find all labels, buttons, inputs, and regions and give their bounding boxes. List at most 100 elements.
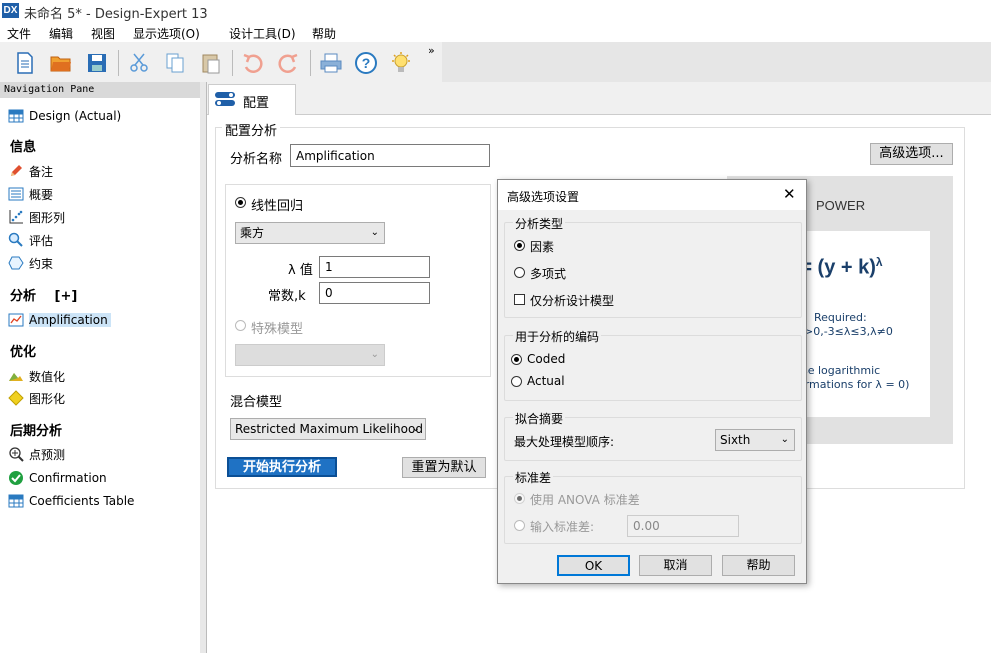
tip-bulb-icon[interactable] — [388, 50, 414, 76]
lambda-input[interactable]: 1 — [319, 256, 430, 278]
nav-numerical[interactable]: 数值化 — [8, 366, 65, 386]
polynomial-label: 多项式 — [530, 267, 567, 281]
ok-button[interactable]: OK — [557, 555, 630, 576]
constant-k-input[interactable]: 0 — [319, 282, 430, 304]
max-order-label: 最大处理模型顺序: — [514, 435, 615, 449]
menu-help[interactable]: 帮助 — [312, 25, 336, 42]
check-circle-icon — [8, 470, 24, 486]
design-model-only-label: 仅分析设计模型 — [530, 294, 615, 308]
nav-graphical-label: 图形化 — [29, 391, 66, 406]
paste-icon[interactable] — [198, 50, 224, 76]
coding-title: 用于分析的编码 — [513, 328, 602, 345]
mixed-model-select-value: Restricted Maximum Likelihood — [235, 422, 423, 436]
nav-notes[interactable]: 备注 — [8, 161, 53, 181]
nav-coefficients-table[interactable]: Coefficients Table — [8, 491, 134, 511]
line-chart-icon — [8, 312, 24, 328]
factor-label: 因素 — [530, 240, 555, 254]
nav-confirmation[interactable]: Confirmation — [8, 468, 107, 488]
transform-select[interactable]: 乘方 ⌄ — [235, 222, 385, 244]
new-file-icon[interactable] — [12, 50, 38, 76]
menu-bar: 文件 编辑 视图 显示选项(O) 设计工具(D) 帮助 — [0, 22, 991, 42]
cancel-button[interactable]: 取消 — [639, 555, 712, 576]
power-title: POWER — [816, 198, 866, 213]
use-anova-radio[interactable] — [514, 493, 525, 504]
linear-regression-radio[interactable] — [235, 197, 246, 208]
coded-radio[interactable] — [511, 354, 522, 365]
nav-graph-columns[interactable]: 图形列 — [8, 207, 65, 227]
help-button[interactable]: 帮助 — [722, 555, 795, 576]
nav-analysis-heading: 分析 — [10, 289, 37, 304]
nav-amplification-label: Amplification — [29, 313, 111, 327]
close-icon[interactable]: ✕ — [783, 185, 796, 203]
advanced-options-dialog: 高级选项设置 ✕ 分析类型 因素 多项式 仅分析设计模型 用于分析的编码 Cod… — [497, 179, 807, 584]
nav-summary[interactable]: 概要 — [8, 184, 53, 204]
menu-file[interactable]: 文件 — [7, 25, 31, 42]
factor-radio[interactable] — [514, 240, 525, 251]
nav-graphical[interactable]: 图形化 — [8, 388, 65, 408]
chevron-down-icon: ⌄ — [411, 423, 420, 434]
reset-default-button[interactable]: 重置为默认 — [402, 457, 486, 478]
splitter-bar[interactable] — [200, 82, 207, 653]
input-std-radio[interactable] — [514, 520, 525, 531]
redo-icon[interactable] — [275, 50, 301, 76]
save-icon[interactable] — [84, 50, 110, 76]
list-icon — [8, 186, 24, 202]
menu-display-options[interactable]: 显示选项(O) — [133, 25, 200, 42]
std-dev-title: 标准差 — [513, 469, 554, 486]
menu-design-tools[interactable]: 设计工具(D) — [229, 25, 296, 42]
max-order-select[interactable]: Sixth ⌄ — [715, 429, 795, 451]
nav-section-info: 信息 — [10, 140, 37, 155]
analysis-name-input[interactable]: Amplification — [290, 144, 490, 167]
tab-config[interactable]: 配置 — [208, 84, 296, 116]
special-model-radio[interactable] — [235, 320, 246, 331]
toolbar-more-button[interactable]: » — [428, 44, 435, 57]
power-required-label: Required: — [814, 311, 867, 324]
menu-edit[interactable]: 编辑 — [49, 25, 73, 42]
input-std-label: 输入标准差: — [530, 520, 595, 534]
nav-amplification[interactable]: Amplification — [8, 310, 111, 330]
polygon-icon — [8, 255, 24, 271]
nav-evaluation[interactable]: 评估 — [8, 230, 53, 250]
nav-constraints[interactable]: 约束 — [8, 253, 53, 273]
nav-notes-label: 备注 — [29, 164, 54, 179]
tab-strip — [207, 82, 991, 115]
table-icon — [8, 108, 24, 124]
linear-regression-label: 线性回归 — [251, 199, 304, 214]
advanced-options-button[interactable]: 高级选项... — [870, 143, 953, 165]
analysis-type-title: 分析类型 — [513, 215, 566, 232]
toggle-icon — [214, 91, 236, 110]
special-model-select[interactable]: ⌄ — [235, 344, 385, 366]
chevron-down-icon: ⌄ — [780, 434, 789, 445]
power-note-line1: se logarithmic — [802, 364, 881, 377]
mixed-model-select[interactable]: Restricted Maximum Likelihood ⌄ — [230, 418, 426, 440]
polynomial-radio[interactable] — [514, 267, 525, 278]
undo-icon[interactable] — [240, 50, 266, 76]
config-group-title: 配置分析 — [222, 120, 281, 139]
nav-point-prediction[interactable]: 点预测 — [8, 444, 65, 464]
nav-section-post-analysis: 后期分析 — [10, 424, 63, 439]
pencil-icon — [8, 163, 24, 179]
input-std-field[interactable]: 0.00 — [627, 515, 739, 537]
chevron-down-icon: ⌄ — [370, 227, 379, 238]
constant-k-label: 常数,k — [268, 289, 306, 304]
analysis-name-label: 分析名称 — [230, 152, 283, 167]
actual-radio[interactable] — [511, 376, 522, 387]
copy-icon[interactable] — [162, 50, 188, 76]
start-analysis-button[interactable]: 开始执行分析 — [227, 457, 337, 477]
transform-select-value: 乘方 — [240, 226, 265, 240]
nav-design-actual[interactable]: Design (Actual) — [8, 106, 121, 126]
nav-section-optimization: 优化 — [10, 345, 37, 360]
open-folder-icon[interactable] — [48, 50, 74, 76]
tab-config-label: 配置 — [243, 96, 270, 111]
nav-analysis-add-button[interactable]: [+] — [55, 289, 78, 304]
design-model-only-checkbox[interactable] — [514, 294, 525, 305]
print-icon[interactable] — [318, 50, 344, 76]
help-icon[interactable]: ? — [353, 50, 379, 76]
table-icon — [8, 493, 24, 509]
crosshair-magnifier-icon — [8, 446, 24, 462]
navigation-pane-header: Navigation Pane — [0, 82, 200, 98]
menu-view[interactable]: 视图 — [91, 25, 115, 42]
app-logo-icon: DX — [2, 3, 19, 18]
nav-evaluation-label: 评估 — [29, 233, 54, 248]
cut-icon[interactable] — [126, 50, 152, 76]
